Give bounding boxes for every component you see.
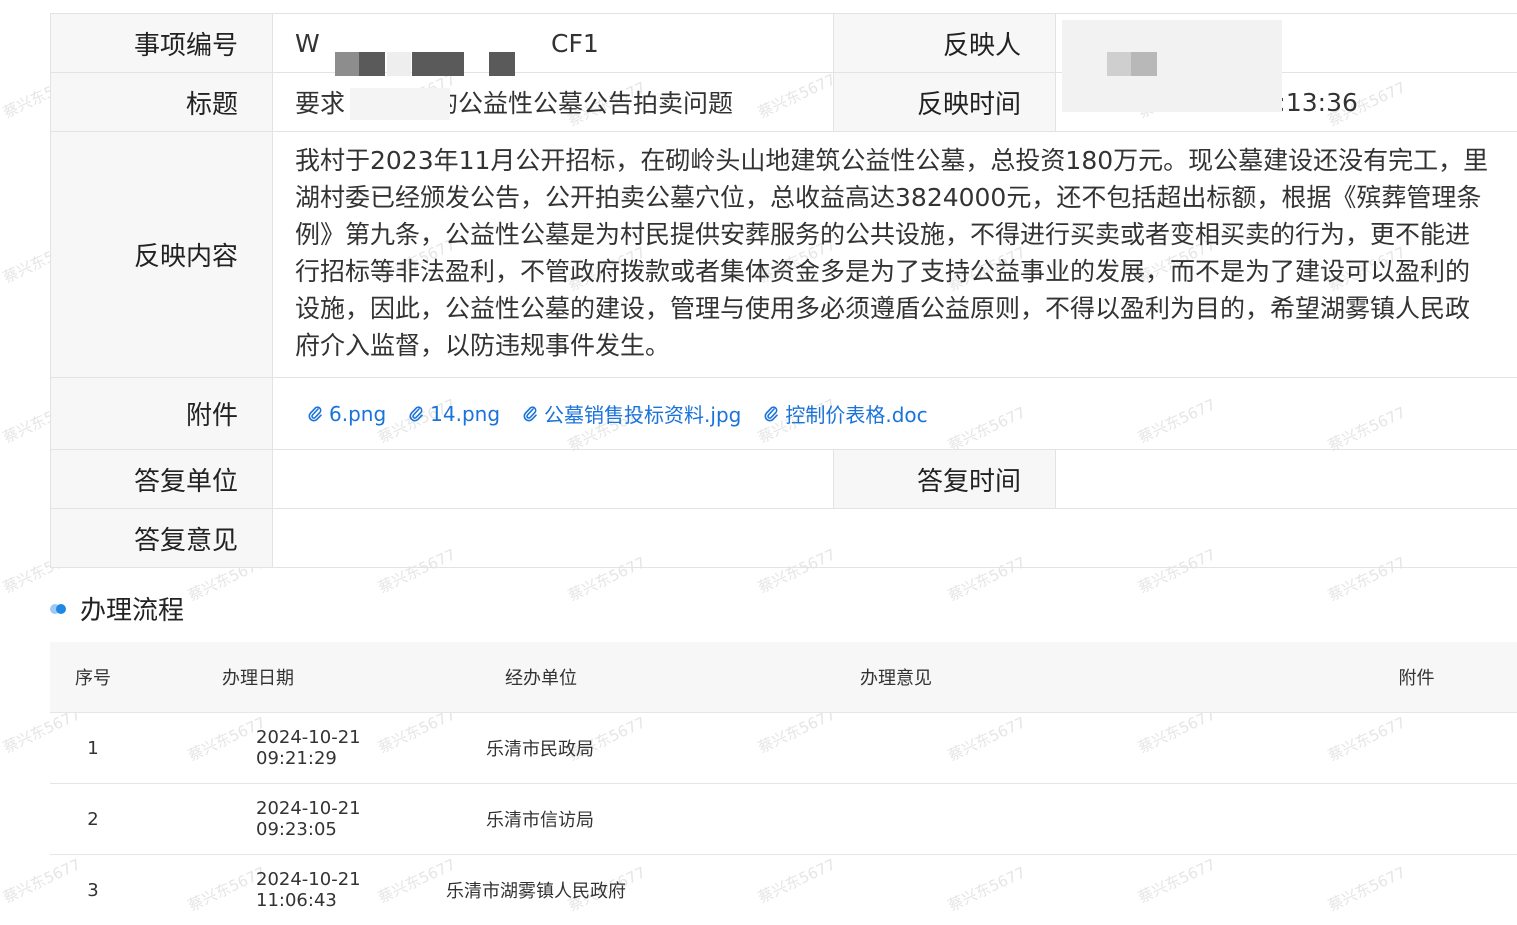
reply-opinion-value: [273, 509, 1517, 567]
label-attachments: 附件: [51, 378, 273, 449]
label-event-no: 事项编号: [51, 14, 273, 72]
attachment-name: 控制价表格.doc: [785, 403, 928, 427]
section-dot-icon: [50, 603, 66, 615]
attachment-link[interactable]: 14.png: [408, 402, 500, 426]
cell-no: 1: [87, 737, 99, 759]
row-reply-opinion: 答复意见: [50, 509, 1517, 568]
cell-unit: 乐清市信访局: [486, 810, 594, 831]
col-date-header: 办理日期: [222, 668, 294, 689]
redaction-mask: [387, 52, 411, 76]
attachment-name: 公墓销售投标资料.jpg: [544, 403, 742, 427]
row-reply-unit: 答复单位 答复时间: [50, 450, 1517, 509]
title-end: 的公益性公墓公告拍卖问题: [433, 89, 734, 118]
label-report-time: 反映时间: [834, 73, 1056, 131]
detail-table: 事项编号 W CF1 反映人 标题 要求 的公益性公墓公告拍卖问题 反映时间 -…: [50, 13, 1517, 568]
redaction-mask: [335, 16, 545, 56]
cell-unit: 乐清市民政局: [486, 739, 594, 760]
redaction-mask: [335, 52, 359, 76]
paperclip-icon: [308, 405, 322, 421]
title-start: 要求: [295, 89, 346, 118]
redaction-mask: [359, 52, 385, 76]
label-title: 标题: [51, 73, 273, 131]
process-section-title: 办理流程: [50, 590, 184, 627]
process-title-text: 办理流程: [80, 596, 185, 626]
process-table-header: 序号 办理日期 经办单位 办理意见 附件: [50, 642, 1517, 713]
table-row: 1 2024-10-21 09:21:29 乐清市民政局: [50, 713, 1517, 784]
cell-date: 2024-10-21 09:21:29: [256, 727, 361, 769]
redaction-mask: [350, 88, 450, 120]
event-no-start: W: [295, 28, 320, 58]
paperclip-icon: [523, 405, 537, 421]
redaction-mask: [1062, 20, 1282, 112]
redaction-mask: [1107, 52, 1131, 76]
attachment-link[interactable]: 6.png: [307, 402, 386, 426]
page: 蔡兴东5677 蔡兴东5677 蔡兴东5677 蔡兴东5677 蔡兴东5677 蔡兴东56…: [0, 0, 1517, 925]
row-attachments: 附件 6.png 14.png 公墓销售投标资料.jpg 控制价表格.doc: [50, 378, 1517, 450]
redaction-mask: [412, 52, 438, 76]
row-title: 标题 要求 的公益性公墓公告拍卖问题 反映时间 -10-21 08:13:36: [50, 73, 1517, 132]
cell-unit: 乐清市湖雾镇人民政府: [446, 881, 626, 902]
label-reply-unit: 答复单位: [51, 450, 273, 508]
attachment-list: 6.png 14.png 公墓销售投标资料.jpg 控制价表格.doc: [273, 399, 928, 428]
process-table: 序号 办理日期 经办单位 办理意见 附件 1 2024-10-21 09:21:2…: [50, 642, 1517, 925]
paperclip-icon: [409, 405, 423, 421]
table-row: 3 2024-10-21 11:06:43 乐清市湖雾镇人民政府: [50, 855, 1517, 925]
content-value: 我村于2023年11月公开招标，在砌岭头山地建筑公益性公墓，总投资180万元。现…: [295, 146, 1489, 360]
label-content: 反映内容: [51, 132, 273, 377]
label-reply-time: 答复时间: [834, 450, 1056, 508]
cell-no: 3: [87, 879, 99, 901]
cell-date: 2024-10-21 09:23:05: [256, 798, 361, 840]
redaction-mask: [438, 52, 464, 76]
label-reply-opinion: 答复意见: [51, 509, 273, 567]
row-event-no: 事项编号 W CF1 反映人: [50, 14, 1517, 73]
col-opinion-header: 办理意见: [860, 668, 932, 689]
col-attachment-header: 附件: [1398, 668, 1435, 689]
attachment-link[interactable]: 公墓销售投标资料.jpg: [522, 399, 741, 428]
paperclip-icon: [764, 405, 779, 421]
reply-unit-value: [273, 450, 834, 508]
redaction-mask: [1131, 52, 1157, 76]
col-no-header: 序号: [75, 668, 111, 689]
redaction-mask: [489, 52, 515, 76]
col-unit-header: 经办单位: [505, 668, 577, 689]
process-table-body: 1 2024-10-21 09:21:29 乐清市民政局 2 2024-10-21 09…: [50, 713, 1517, 925]
attachment-name: 14.png: [430, 401, 501, 426]
event-no-end: CF1: [551, 28, 599, 58]
row-content: 反映内容 我村于2023年11月公开招标，在砌岭头山地建筑公益性公墓，总投资18…: [50, 132, 1517, 378]
attachment-name: 6.png: [329, 401, 387, 426]
label-reporter: 反映人: [834, 14, 1056, 72]
attachment-link[interactable]: 控制价表格.doc: [763, 399, 928, 428]
cell-no: 2: [87, 808, 99, 830]
reply-time-value: [1056, 450, 1517, 508]
cell-date: 2024-10-21 11:06:43: [256, 869, 361, 911]
attachments-value: 6.png 14.png 公墓销售投标资料.jpg 控制价表格.doc: [273, 378, 1517, 449]
table-row: 2 2024-10-21 09:23:05 乐清市信访局: [50, 784, 1517, 855]
